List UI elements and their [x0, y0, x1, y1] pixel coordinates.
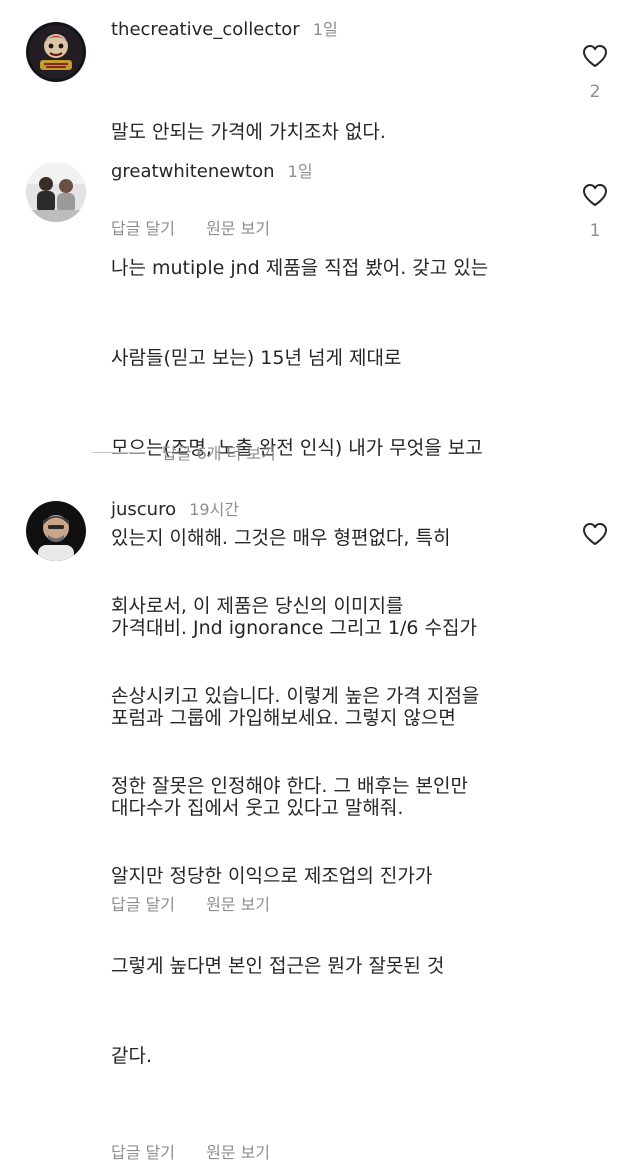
comment-line: 사람들(믿고 보는) 15년 넘게 제대로 [111, 347, 402, 369]
timestamp: 1일 [287, 162, 313, 181]
avatar[interactable] [26, 162, 86, 222]
username[interactable]: thecreative_collector [111, 19, 300, 40]
comment-header: greatwhitenewton 1일 [111, 157, 561, 187]
avatar[interactable] [26, 501, 86, 561]
avatar-image [26, 22, 86, 82]
comment-line: 손상시키고 있습니다. 이렇게 높은 가격 지점을 [111, 685, 480, 707]
like-count: 2 [589, 82, 601, 102]
comment-line: 정한 잘못은 인정해야 한다. 그 배후는 본인만 [111, 775, 468, 797]
username[interactable]: greatwhitenewton [111, 161, 275, 182]
comment-actions: 답글 달기 원문 보기 [111, 1141, 561, 1165]
avatar-image [26, 501, 86, 561]
view-more-replies-label: 답글 6개 더 보기 [162, 444, 276, 463]
comment-header: juscuro 19시간 [111, 495, 561, 525]
timestamp: 19시간 [189, 500, 240, 519]
reply-button[interactable]: 답글 달기 [111, 1143, 175, 1162]
comment-line: 회사로서, 이 제품은 당신의 이미지를 [111, 595, 404, 617]
heart-outline-icon[interactable] [582, 522, 608, 546]
avatar[interactable] [26, 22, 86, 82]
comment-line: 말도 안되는 가격에 가치조차 없다. [111, 121, 386, 143]
comment-line: 그렇게 높다면 본인 접근은 뭔가 잘못된 것 [111, 955, 445, 977]
timestamp: 1일 [312, 20, 338, 39]
username[interactable]: juscuro [111, 499, 176, 520]
like-control: 1 [580, 183, 610, 241]
like-control [580, 522, 610, 560]
heart-outline-icon[interactable] [582, 183, 608, 207]
comment-line: 나는 mutiple jnd 제품을 직접 봤어. 갖고 있는 [111, 257, 489, 279]
view-more-replies-button[interactable]: 답글 6개 더 보기 [92, 440, 276, 464]
comment-header: thecreative_collector 1일 [111, 15, 561, 45]
comment-line: 알지만 정당한 이익으로 제조업의 진가가 [111, 865, 433, 887]
replies-divider-line [92, 451, 146, 453]
view-original-button[interactable]: 원문 보기 [206, 1143, 270, 1162]
comment-text: 회사로서, 이 제품은 당신의 이미지를 손상시키고 있습니다. 이렇게 높은 … [111, 531, 561, 1131]
like-count: 1 [589, 221, 601, 241]
avatar-image [26, 162, 86, 222]
heart-outline-icon[interactable] [582, 44, 608, 68]
comment-line: 같다. [111, 1045, 152, 1067]
like-control: 2 [580, 44, 610, 102]
